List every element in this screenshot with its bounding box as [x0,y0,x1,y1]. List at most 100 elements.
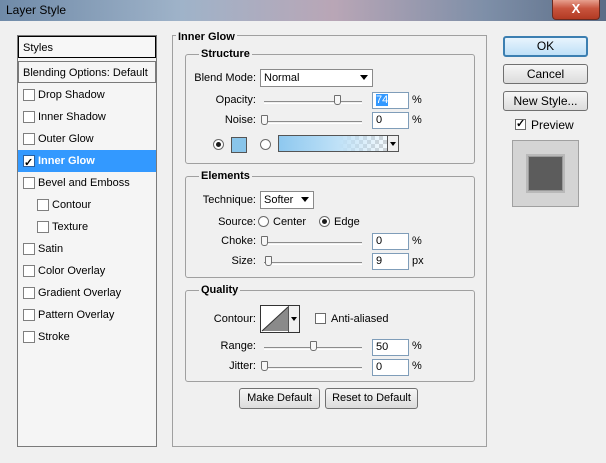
blending-options-item[interactable]: Blending Options: Default [18,61,156,83]
style-item-label: Outer Glow [38,133,94,145]
style-checkbox[interactable] [23,287,35,299]
preview-thumbnail [528,156,563,191]
cancel-button[interactable]: Cancel [503,64,588,84]
contour-curve-icon [261,306,289,332]
style-item-stroke[interactable]: Stroke [18,326,156,348]
style-item-label: Bevel and Emboss [38,177,130,189]
contour-label: Contour: [213,313,256,325]
opacity-label: Opacity: [215,94,256,106]
style-preview [512,140,579,207]
size-slider-thumb[interactable] [264,256,272,266]
style-item-outer-glow[interactable]: Outer Glow [18,128,156,150]
contour-picker[interactable] [260,305,300,333]
style-item-label: Inner Shadow [38,111,106,123]
size-unit: px [412,255,424,267]
style-item-label: Color Overlay [38,265,106,277]
size-slider-track[interactable] [264,262,362,265]
style-checkbox[interactable] [23,243,35,255]
window-title: Layer Style [6,3,67,17]
style-item-color-overlay[interactable]: Color Overlay [18,260,156,282]
jitter-unit: % [412,360,422,372]
noise-label: Noise: [224,114,256,126]
preview-checkbox[interactable]: ✓ [515,118,526,130]
noise-slider-track[interactable] [264,121,362,124]
style-checkbox[interactable] [23,89,35,101]
style-item-label: Inner Glow [38,155,95,167]
style-checkbox[interactable] [23,133,35,145]
jitter-slider-thumb[interactable] [261,361,268,371]
style-checkbox[interactable] [23,177,35,189]
style-item-inner-shadow[interactable]: Inner Shadow [18,106,156,128]
gradient-picker[interactable] [278,135,399,152]
style-checkbox[interactable] [23,331,35,343]
chevron-down-icon [360,75,368,80]
choke-slider-track[interactable] [264,242,362,245]
ok-button[interactable]: OK [503,36,588,57]
range-unit: % [412,340,422,352]
style-item-label: Satin [38,243,64,255]
style-item-drop-shadow[interactable]: Drop Shadow [18,84,156,106]
style-item-pattern-overlay[interactable]: Pattern Overlay [18,304,156,326]
opacity-unit: % [412,94,422,106]
noise-slider-thumb[interactable] [261,115,268,125]
jitter-slider-track[interactable] [264,367,362,370]
gradient-radio[interactable] [260,139,271,150]
choke-slider-thumb[interactable] [261,236,268,246]
range-input[interactable]: 50 [372,339,409,356]
size-input[interactable]: 9 [372,253,409,270]
glow-color-swatch[interactable] [231,137,247,153]
source-edge-label: Edge [334,216,360,228]
style-checkbox[interactable] [37,199,49,211]
noise-input[interactable]: 0 [372,112,409,129]
style-item-label: Contour [52,199,92,211]
size-label: Size: [231,255,256,267]
source-label: Source: [218,216,256,228]
style-item-label: Gradient Overlay [38,287,122,299]
reset-to-default-button[interactable]: Reset to Default [325,388,418,409]
style-item-texture[interactable]: Texture [18,216,156,238]
style-checkbox[interactable]: ✓ [23,155,35,169]
chevron-down-icon[interactable] [288,306,299,332]
technique-select[interactable]: Softer [260,191,314,209]
style-item-label: Pattern Overlay [38,309,115,321]
style-item-label: Drop Shadow [38,89,105,101]
chevron-down-icon[interactable] [387,136,398,151]
styles-header[interactable]: Styles [18,36,156,58]
opacity-slider-track[interactable] [264,101,362,104]
anti-aliased-label: Anti-aliased [331,313,389,325]
style-item-satin[interactable]: Satin [18,238,156,260]
style-item-contour[interactable]: Contour [18,194,156,216]
solid-color-radio[interactable] [213,139,224,150]
panel-title: Inner Glow [176,31,237,43]
style-item-label: Texture [52,221,89,233]
close-button[interactable]: X [552,0,600,20]
make-default-button[interactable]: Make Default [239,388,320,409]
jitter-input[interactable]: 0 [372,359,409,376]
new-style-button[interactable]: New Style... [503,91,588,111]
quality-title: Quality [199,284,241,296]
opacity-slider-thumb[interactable] [333,95,341,105]
style-checkbox[interactable] [23,265,35,277]
style-checkbox[interactable] [37,221,49,233]
blend-mode-select[interactable]: Normal [260,69,373,87]
style-item-bevel-and-emboss[interactable]: Bevel and Emboss [18,172,156,194]
checkmark-icon: ✓ [24,157,34,169]
range-label: Range: [220,340,256,352]
source-center-label: Center [273,216,307,228]
choke-input[interactable]: 0 [372,233,409,250]
style-checkbox[interactable] [23,309,35,321]
blend-mode-label: Blend Mode: [194,72,256,84]
style-checkbox[interactable] [23,111,35,123]
preview-label: Preview [531,118,574,132]
choke-unit: % [412,235,422,247]
style-item-gradient-overlay[interactable]: Gradient Overlay [18,282,156,304]
source-edge-radio[interactable] [319,216,330,227]
source-center-radio[interactable] [258,216,269,227]
structure-title: Structure [199,48,252,60]
range-slider-thumb[interactable] [310,341,317,351]
anti-aliased-checkbox[interactable] [315,313,326,324]
noise-unit: % [412,114,422,126]
style-item-inner-glow[interactable]: ✓ Inner Glow [18,150,156,172]
opacity-input[interactable]: 74 [372,92,409,109]
chevron-down-icon [301,197,309,202]
